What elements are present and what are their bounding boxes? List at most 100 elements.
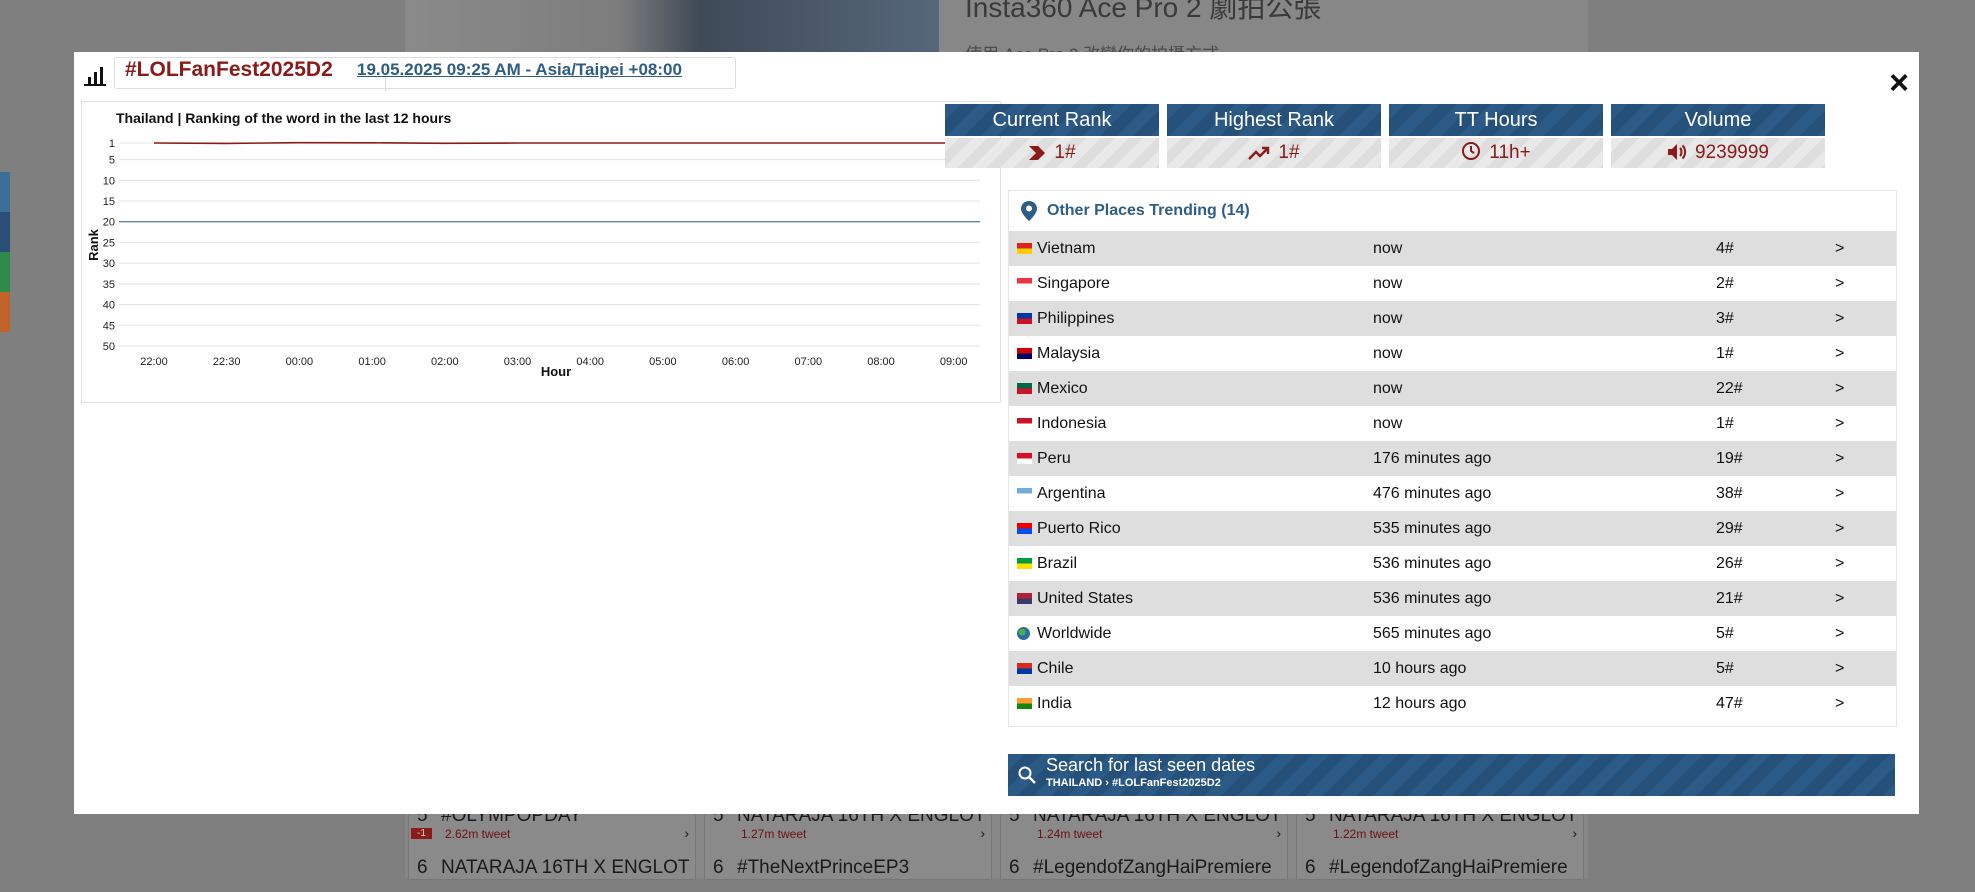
place-country: Indonesia bbox=[1037, 406, 1106, 441]
stat-label: TT Hours bbox=[1389, 104, 1603, 136]
y-tick-label: 1 bbox=[109, 138, 115, 150]
y-tick-label: 25 bbox=[103, 237, 115, 249]
other-places-header: Other Places Trending (14) bbox=[1009, 191, 1896, 231]
stat-value-row: 9239999 bbox=[1611, 138, 1825, 168]
place-rank: 3# bbox=[1716, 301, 1734, 336]
trend-text: #LegendofZangHaiPremiere bbox=[1033, 857, 1272, 879]
place-last-seen: 10 hours ago bbox=[1373, 651, 1466, 686]
place-row[interactable]: Singaporenow2#> bbox=[1009, 266, 1896, 301]
place-row[interactable]: Mexiconow22#> bbox=[1009, 371, 1896, 406]
place-country: Malaysia bbox=[1037, 336, 1100, 371]
trend-delta-badge: -1 bbox=[411, 828, 432, 839]
chevron-right-icon: › bbox=[684, 825, 689, 841]
series-line bbox=[154, 143, 954, 144]
trend-text: #LegendofZangHaiPremiere bbox=[1329, 857, 1568, 879]
place-row[interactable]: Brazil536 minutes ago26#> bbox=[1009, 546, 1896, 581]
stat-volume: Volume 9239999 bbox=[1611, 104, 1825, 170]
y-tick-label: 30 bbox=[103, 258, 115, 270]
place-last-seen: now bbox=[1373, 266, 1402, 301]
share-button-twitter[interactable] bbox=[0, 172, 10, 212]
place-country: United States bbox=[1037, 581, 1133, 616]
place-row[interactable]: Philippinesnow3#> bbox=[1009, 301, 1896, 336]
x-tick-label: 22:00 bbox=[140, 356, 168, 368]
trend-details-modal: × #LOLFanFest2025D2 19.05.2025 09:25 AM … bbox=[74, 52, 1919, 814]
y-tick-label: 50 bbox=[103, 341, 115, 353]
trend-tweet-count: 1.24m tweet bbox=[1037, 827, 1102, 841]
stat-value-row: 1# bbox=[1167, 138, 1381, 168]
stat-value: 9239999 bbox=[1695, 142, 1769, 163]
hashtag-title: #LOLFanFest2025D2 bbox=[125, 58, 333, 82]
place-last-seen: now bbox=[1373, 301, 1402, 336]
place-row[interactable]: Malaysia now 1# > bbox=[1009, 336, 1896, 371]
y-tick-label: 45 bbox=[103, 320, 115, 332]
place-row[interactable]: Argentina476 minutes ago38#> bbox=[1009, 476, 1896, 511]
place-row[interactable]: Chile10 hours ago5#> bbox=[1009, 651, 1896, 686]
bar-chart-icon bbox=[84, 64, 106, 86]
trend-text: NATARAJA 16TH X ENGLOT bbox=[441, 857, 689, 879]
rank-chart-svg: Thailand | Ranking of the word in the la… bbox=[82, 102, 1000, 402]
stat-value: 1# bbox=[1278, 142, 1299, 163]
row-arrow-icon: > bbox=[1835, 336, 1844, 371]
other-places-title: Other Places Trending (14) bbox=[1047, 202, 1250, 219]
stat-current-rank: Current Rank1# bbox=[945, 104, 1159, 170]
background-trend-row[interactable]: 6#TheNextPrinceEP3 bbox=[705, 853, 991, 892]
chevron-right-icon bbox=[1028, 142, 1054, 163]
background-trend-row[interactable]: 6#LegendofZangHaiPremiere bbox=[1001, 853, 1287, 892]
share-button-reddit[interactable] bbox=[0, 292, 10, 332]
clock-icon bbox=[1461, 142, 1489, 163]
place-rank: 29# bbox=[1716, 511, 1743, 546]
place-row[interactable]: Puerto Rico535 minutes ago29#> bbox=[1009, 511, 1896, 546]
place-rank: 47# bbox=[1716, 686, 1743, 721]
flag-icon bbox=[1017, 488, 1032, 499]
place-last-seen: now bbox=[1373, 336, 1402, 371]
stat-value-row: 11h+ bbox=[1389, 138, 1603, 168]
flag-icon bbox=[1017, 348, 1032, 359]
x-tick-label: 02:00 bbox=[431, 356, 459, 368]
y-tick-label: 40 bbox=[103, 300, 115, 312]
place-row[interactable]: United States536 minutes ago21#> bbox=[1009, 581, 1896, 616]
date-link[interactable]: 19.05.2025 09:25 AM - Asia/Taipei +08:00 bbox=[357, 60, 682, 80]
place-country: Mexico bbox=[1037, 371, 1088, 406]
place-row[interactable]: India12 hours ago47#> bbox=[1009, 686, 1896, 721]
row-arrow-icon: > bbox=[1835, 476, 1844, 511]
row-arrow-icon: > bbox=[1835, 581, 1844, 616]
stat-label: Volume bbox=[1611, 104, 1825, 136]
place-rank: 2# bbox=[1716, 266, 1734, 301]
search-last-seen-button[interactable]: Search for last seen dates THAILAND › #L… bbox=[1008, 754, 1895, 796]
place-row[interactable]: Vietnamnow4#> bbox=[1009, 231, 1896, 266]
row-arrow-icon: > bbox=[1835, 266, 1844, 301]
flag-icon bbox=[1017, 313, 1032, 324]
place-row[interactable]: Indonesianow1#> bbox=[1009, 406, 1896, 441]
background-hero-image bbox=[405, 0, 939, 52]
other-places-panel: Other Places Trending (14) Vietnamnow4#>… bbox=[1008, 190, 1897, 727]
speaker-icon bbox=[1667, 142, 1695, 163]
map-pin-icon bbox=[1021, 201, 1037, 221]
x-tick-label: 08:00 bbox=[867, 356, 895, 368]
place-last-seen: 536 minutes ago bbox=[1373, 581, 1491, 616]
background-trend-row[interactable]: 6NATARAJA 16TH X ENGLOT bbox=[409, 853, 695, 892]
place-row[interactable]: Peru176 minutes ago19#> bbox=[1009, 441, 1896, 476]
flag-icon bbox=[1017, 593, 1032, 604]
rank-chart: Thailand | Ranking of the word in the la… bbox=[81, 101, 1001, 403]
row-arrow-icon: > bbox=[1835, 406, 1844, 441]
place-rank: 1# bbox=[1716, 336, 1734, 371]
background-trend-row[interactable]: 6#LegendofZangHaiPremiere bbox=[1297, 853, 1583, 892]
close-button[interactable]: × bbox=[1889, 66, 1909, 100]
place-rank: 19# bbox=[1716, 441, 1743, 476]
y-tick-label: 35 bbox=[103, 279, 115, 291]
share-button-whatsapp[interactable] bbox=[0, 252, 10, 292]
row-arrow-icon: > bbox=[1835, 511, 1844, 546]
flag-icon bbox=[1017, 243, 1032, 254]
x-tick-label: 03:00 bbox=[504, 356, 532, 368]
trend-tweet-count: 1.22m tweet bbox=[1333, 827, 1398, 841]
place-last-seen: now bbox=[1373, 406, 1402, 441]
x-tick-label: 05:00 bbox=[649, 356, 677, 368]
background-hero-title: Insta360 Ace Pro 2 劇拍公張 bbox=[965, 0, 1321, 26]
row-arrow-icon: > bbox=[1835, 231, 1844, 266]
trend-tweet-count: 2.62m tweet bbox=[445, 827, 510, 841]
y-tick-label: 10 bbox=[103, 175, 115, 187]
row-arrow-icon: > bbox=[1835, 546, 1844, 581]
place-country: Peru bbox=[1037, 441, 1071, 476]
place-row[interactable]: Worldwide565 minutes ago5#> bbox=[1009, 616, 1896, 651]
share-button-facebook[interactable] bbox=[0, 212, 10, 252]
